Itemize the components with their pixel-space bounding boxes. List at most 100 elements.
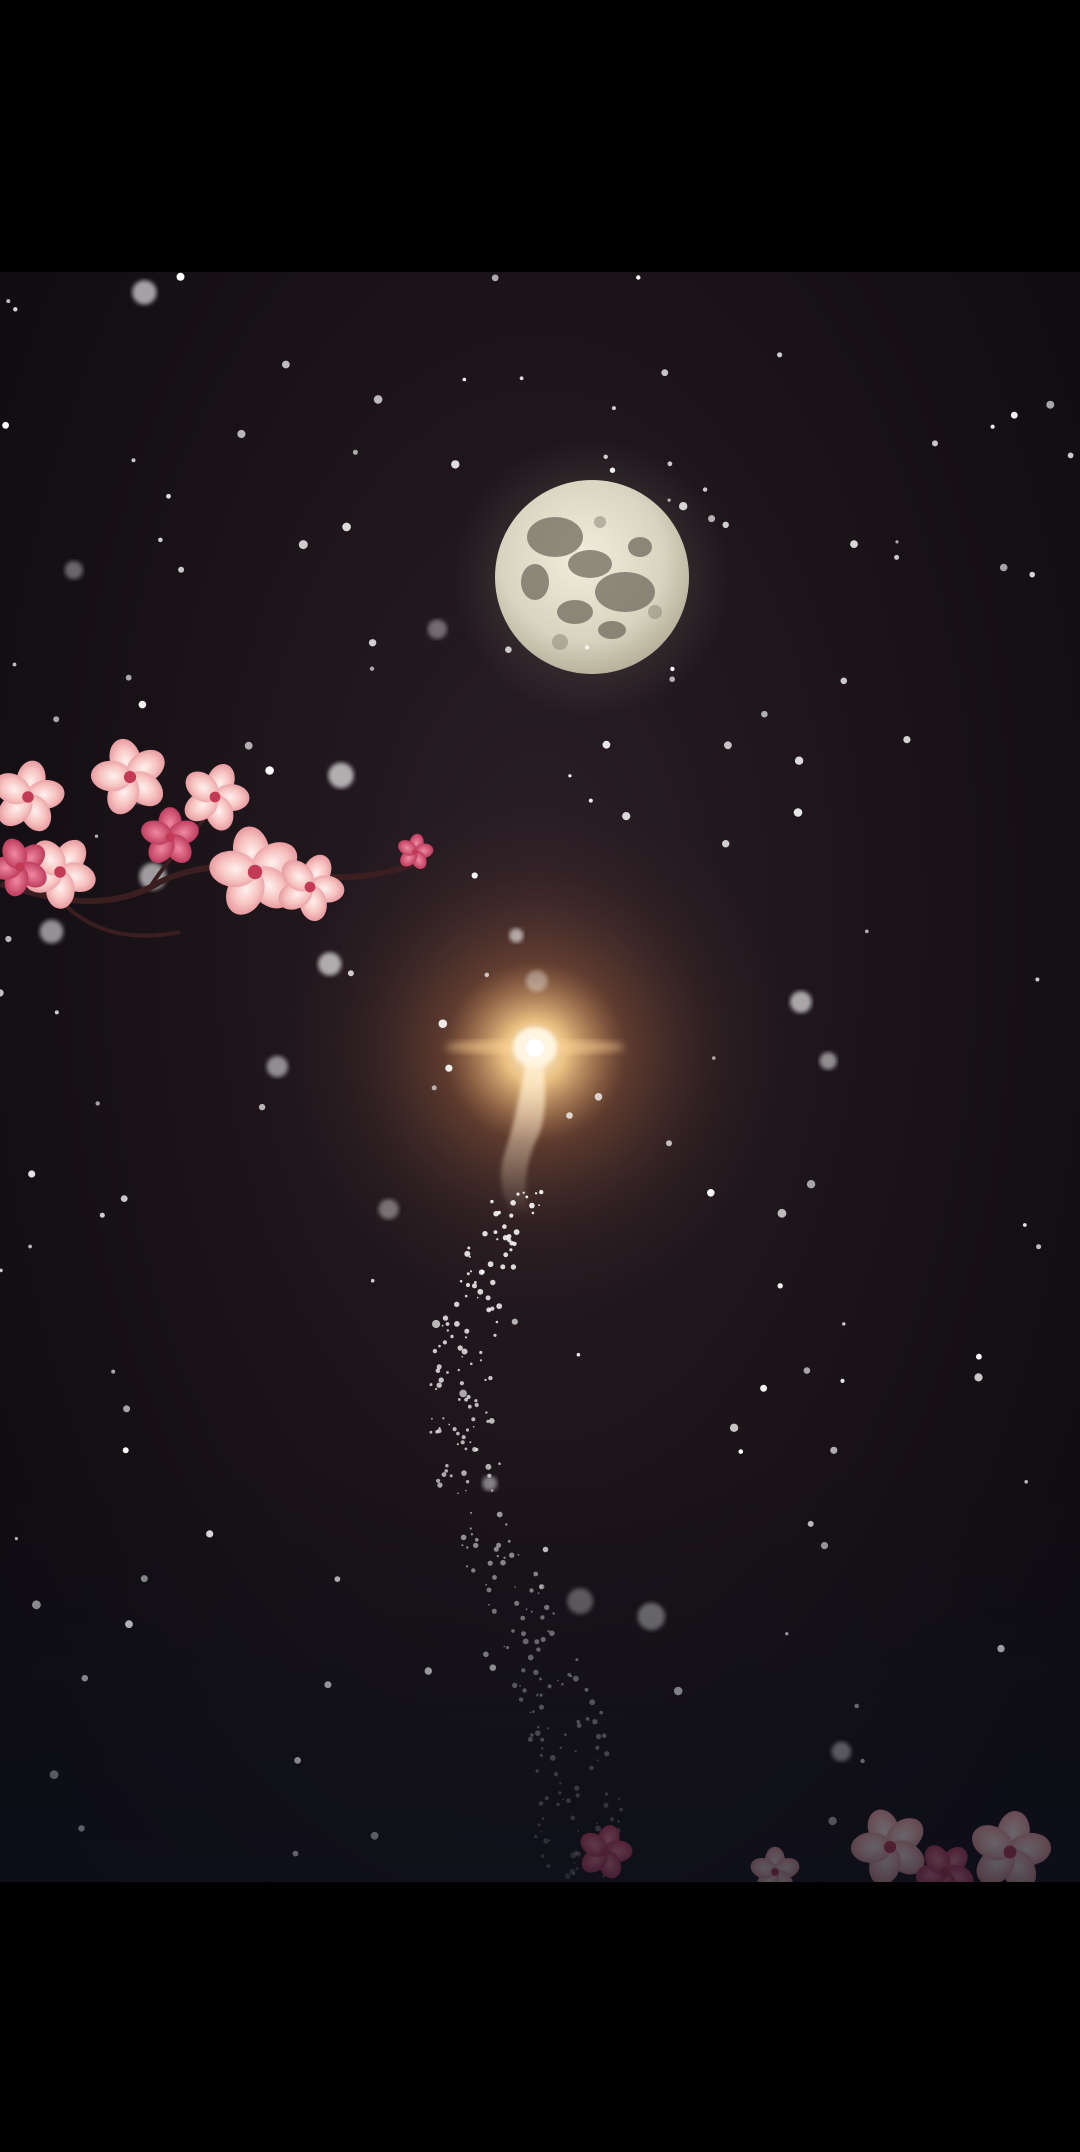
trail-sparkle [533,1669,539,1676]
trail-sparkle [486,1587,492,1593]
snowflake [1067,452,1074,459]
snowflake [28,1170,36,1178]
trail-sparkle [539,1584,544,1589]
snowflake [594,1093,603,1101]
trail-sparkle [509,1248,513,1252]
trail-sparkle [477,1288,484,1295]
snowflake [237,429,246,439]
trail-sparkle [589,1699,596,1706]
trail-sparkle [460,1440,465,1445]
snowflake [722,840,730,848]
trail-sparkle [539,1753,543,1757]
trail-sparkle [467,1404,472,1409]
trail-sparkle [513,1229,520,1235]
snowflake [5,935,12,943]
snowflake [840,1378,845,1383]
trail-sparkle [518,1697,524,1702]
trail-sparkle [603,1802,609,1808]
trail-sparkle [464,1447,468,1451]
trail-sparkle [576,1719,581,1724]
trail-sparkle [510,1264,517,1270]
trail-sparkle [435,1387,438,1391]
snowflake [318,952,342,976]
trail-sparkle [465,1428,470,1432]
trail-sparkle [540,1830,543,1833]
snowflake [777,1208,787,1218]
snowflake [603,454,608,459]
snowflake [489,1664,497,1671]
snowflake [707,1189,715,1197]
snowflake [206,1530,214,1538]
snowflake [294,1757,301,1764]
snowflake [831,1741,852,1762]
snowflake [64,561,83,580]
trail-sparkle [468,1255,471,1258]
snowflake [509,928,524,943]
trail-sparkle [487,1261,494,1268]
trail-sparkle [556,1802,560,1807]
video-frame[interactable] [0,272,1080,1882]
trail-sparkle [514,1586,516,1588]
trail-sparkle [442,1315,449,1321]
trail-sparkle [456,1443,459,1446]
trail-sparkle [457,1492,459,1495]
snowflake [997,1644,1005,1653]
trail-sparkle [488,1603,490,1606]
trail-sparkle [503,1252,509,1258]
trail-sparkle [465,1282,471,1288]
trail-sparkle [604,1751,610,1757]
snowflake [49,1770,59,1779]
trail-sparkle [454,1321,460,1327]
trail-sparkle [506,1646,510,1650]
trail-sparkle [540,1636,546,1643]
trail-sparkle [466,1546,469,1549]
trail-sparkle [485,1463,492,1470]
trail-sparkle [544,1796,549,1801]
snowflake [819,1052,837,1070]
snowflake [370,1831,379,1840]
snowflake [622,812,631,821]
trail-sparkle [507,1539,511,1543]
snowflake [432,1319,441,1329]
snowflake [438,1019,448,1028]
trail-sparkle [469,1441,472,1444]
trail-sparkle [496,1238,499,1241]
snowflake [576,1352,581,1357]
trail-sparkle [570,1674,573,1678]
trail-sparkle [487,1560,493,1566]
trail-sparkle [537,1726,540,1729]
snowflake [13,307,18,312]
trail-sparkle [541,1747,544,1750]
snowflake [842,1322,846,1326]
snowflake [28,1244,32,1249]
trail-sparkle [444,1469,449,1473]
trail-sparkle [491,1608,497,1614]
snowflake [636,275,641,280]
trail-sparkle [609,1817,614,1822]
trail-sparkle [467,1246,471,1250]
trail-sparkle [538,1801,544,1806]
snowflake [369,666,375,671]
trail-sparkle [595,1822,598,1825]
trail-sparkle [452,1427,457,1432]
snowflake [860,1758,865,1764]
trail-sparkle [529,1588,534,1593]
snowflake [120,1195,128,1202]
trail-sparkle [496,1511,503,1518]
snowflake [828,1816,837,1826]
trail-sparkle [476,1296,479,1299]
trail-sparkle [490,1279,496,1286]
snowflake [865,929,869,934]
trail-sparkle [546,1863,551,1869]
trail-sparkle [575,1851,582,1857]
trail-sparkle [470,1362,473,1366]
snowflake [54,1010,59,1015]
snowflake [777,1283,783,1289]
snowflake [854,1703,859,1709]
snowflake [785,1632,789,1636]
trail-sparkle [436,1382,442,1388]
trail-sparkle [575,1658,579,1662]
snowflake [666,1140,672,1147]
trail-sparkle [506,1234,512,1239]
snowflake [491,274,499,282]
